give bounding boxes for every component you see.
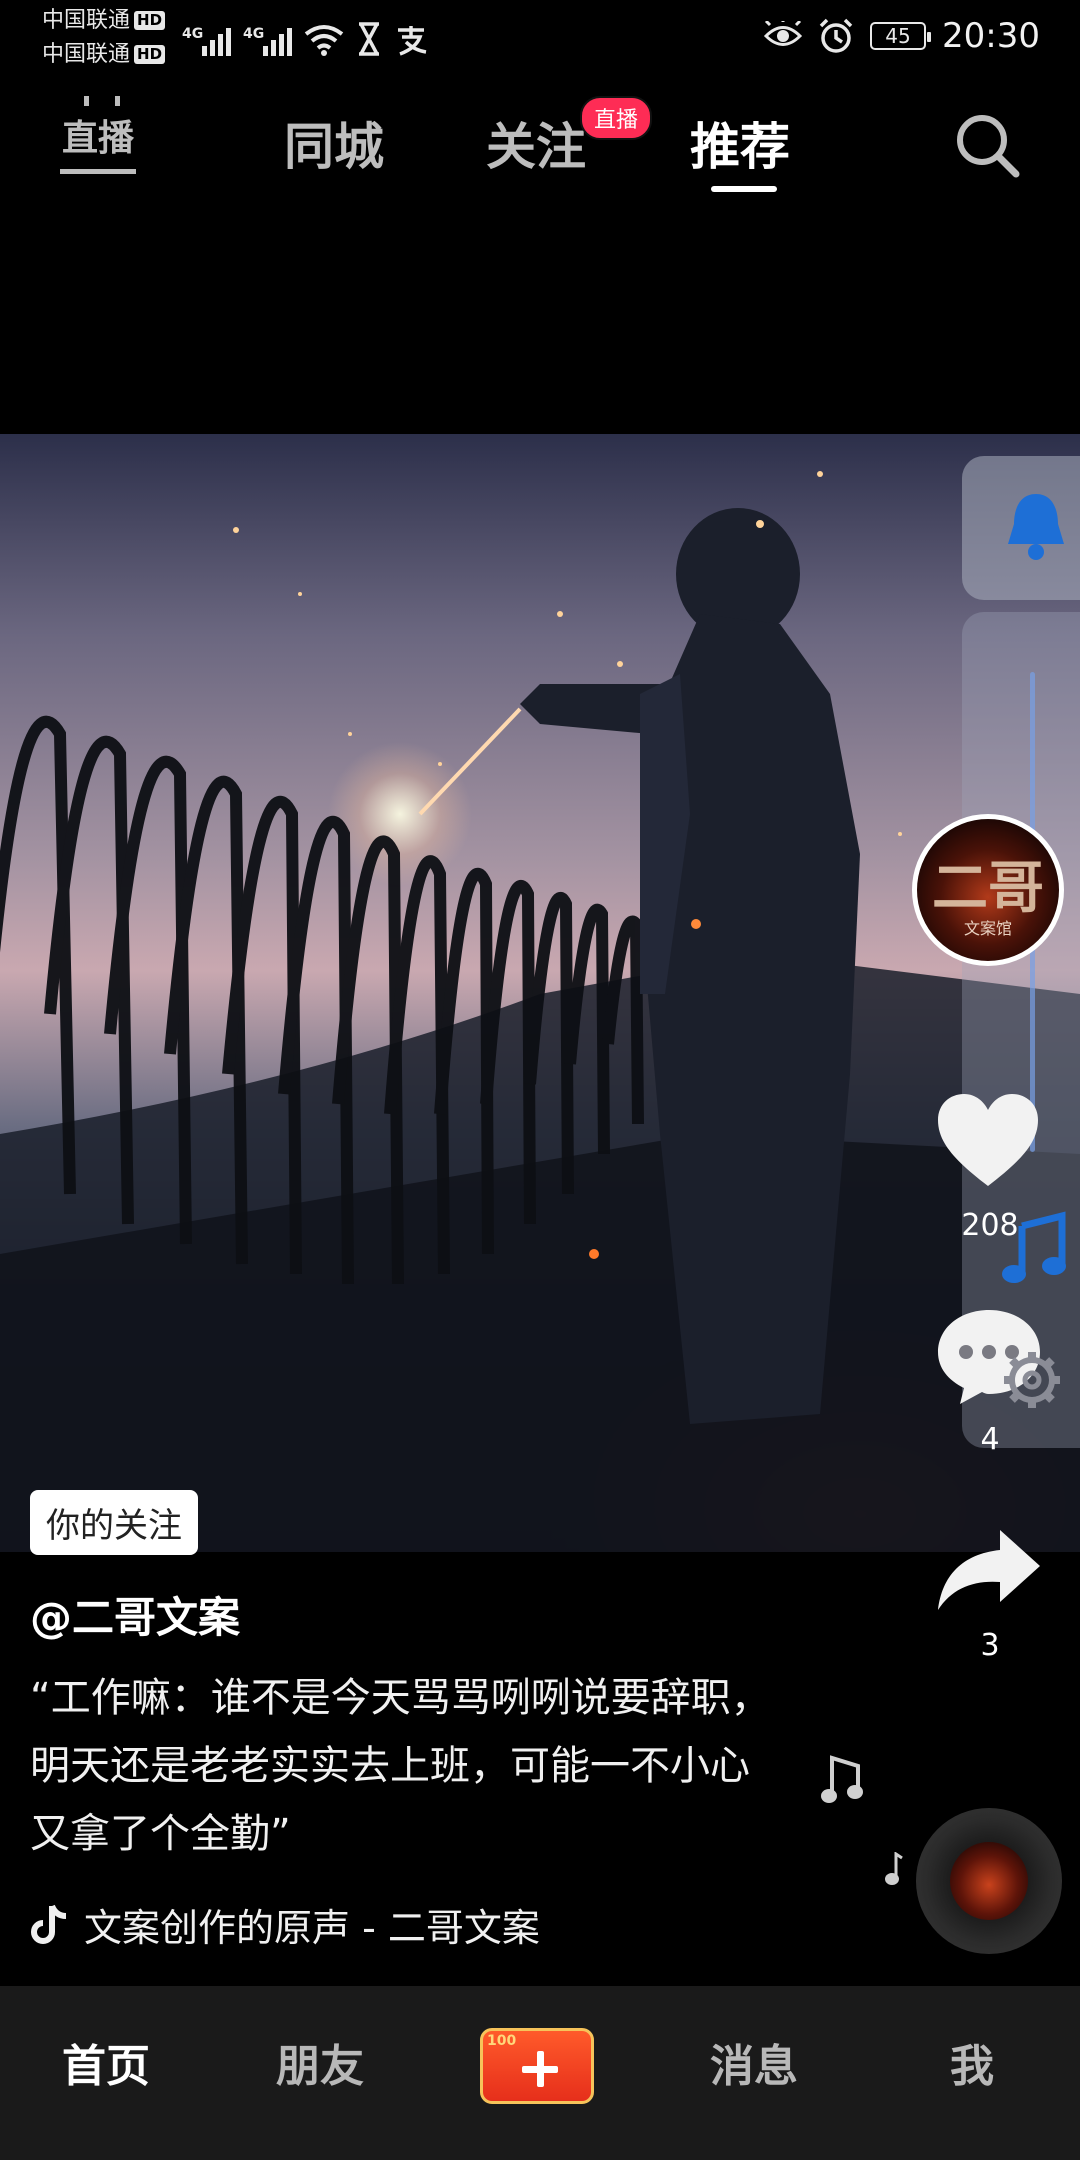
alipay-icon (398, 26, 427, 56)
battery-level: 45 (885, 24, 911, 48)
nav-home[interactable]: 首页 (62, 2030, 150, 2094)
create-button[interactable]: 100 (480, 2028, 594, 2104)
clock: 20:30 (942, 16, 1040, 56)
hd-badge: HD (134, 11, 166, 30)
status-icons-left: 4G 4G (182, 16, 428, 56)
nav-friends[interactable]: 朋友 (276, 2030, 364, 2094)
comment-count: 4 (980, 1422, 1000, 1457)
gear-icon[interactable] (1000, 1348, 1064, 1412)
battery-icon: 45 (870, 22, 932, 50)
author-avatar[interactable]: 二哥 文案馆 (912, 814, 1064, 966)
wifi-icon (304, 25, 344, 56)
carrier-2-label: 中国联通 (42, 42, 131, 67)
heart-icon[interactable] (934, 1090, 1042, 1190)
live-badge: 直播 (580, 96, 653, 140)
live-entry-button[interactable]: 直播 (60, 104, 136, 174)
video-player[interactable] (0, 434, 1080, 1552)
tab-recommend[interactable]: 推荐 (690, 102, 790, 192)
net-type-2: 4G (243, 26, 265, 42)
music-title-label: 文案创作的原声 - 二哥文案 (84, 1905, 540, 1950)
tab-city[interactable]: 同城 (284, 102, 384, 192)
floating-note-icon (885, 1852, 903, 1885)
status-icons-right: 45 20:30 (764, 14, 1040, 58)
avatar-logo-subtext: 文案馆 (963, 919, 1012, 938)
tiktok-note-icon (31, 1904, 67, 1944)
bottom-nav: 首页 朋友 100 消息 我 (0, 1986, 1080, 2160)
search-icon[interactable] (950, 108, 1026, 184)
signal-icon: 4G (182, 26, 231, 56)
carrier-1: 中国联通 HD (42, 8, 166, 34)
music-disc-cover (950, 1842, 1028, 1920)
video-frame (0, 471, 1080, 1552)
share-icon[interactable] (934, 1526, 1044, 1616)
following-tag: 你的关注 (30, 1490, 198, 1555)
share-count: 3 (980, 1628, 1000, 1663)
eye-icon (764, 21, 803, 46)
music-title[interactable]: 文案创作的原声 - 二哥文案 (30, 1896, 570, 1952)
music-disc-icon[interactable] (916, 1808, 1062, 1954)
floating-note-icon (821, 1755, 863, 1803)
author-name[interactable]: @二哥文案 (30, 1584, 240, 1645)
video-description: “工作嘛：谁不是今天骂骂咧咧说要辞职，明天还是老老实实去上班，可能一不小心又拿了… (30, 1675, 771, 1857)
nav-me[interactable]: 我 (950, 2030, 994, 2094)
bell-icon[interactable] (1004, 490, 1068, 562)
nav-messages[interactable]: 消息 (710, 2030, 798, 2094)
live-entry-label: 直播 (61, 118, 134, 159)
signal-icon: 4G (243, 26, 292, 56)
hourglass-icon (359, 22, 379, 56)
carrier-1-label: 中国联通 (42, 8, 131, 33)
status-bar: 中国联通 HD 中国联通 HD 4G 4G 45 20:30 (0, 0, 1080, 76)
tab-following[interactable]: 关注 (486, 102, 586, 192)
hd-badge: HD (134, 45, 166, 64)
top-nav: 直播 同城 关注 直播 推荐 (0, 90, 1080, 200)
plus-icon (537, 2051, 544, 2087)
alarm-icon (819, 18, 853, 53)
carrier-2: 中国联通 HD (42, 42, 166, 68)
active-tab-indicator (711, 186, 777, 192)
net-type-1: 4G (182, 26, 204, 42)
create-badge: 100 (487, 2033, 517, 2049)
avatar-logo-text: 二哥 (932, 855, 1044, 921)
music-note-icon (1002, 1211, 1066, 1283)
